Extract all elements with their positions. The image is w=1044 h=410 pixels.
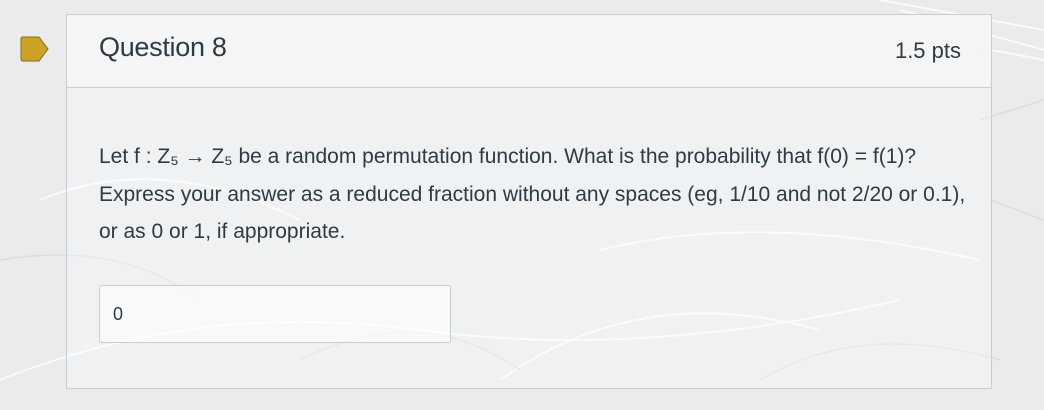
question-points: 1.5 pts: [894, 38, 961, 63]
question-text: Let f : Z₅ → Z₅ be a random permutation …: [99, 145, 966, 243]
question-card: Question 8 1.5 pts Let f : Z₅ → Z₅ be a …: [66, 14, 992, 389]
question-header: Question 8 1.5 pts: [67, 15, 991, 88]
flag-icon[interactable]: [19, 36, 49, 62]
question-title: Question 8: [99, 32, 227, 62]
answer-input[interactable]: [99, 285, 451, 343]
question-body: Let f : Z₅ → Z₅ be a random permutation …: [67, 88, 991, 388]
